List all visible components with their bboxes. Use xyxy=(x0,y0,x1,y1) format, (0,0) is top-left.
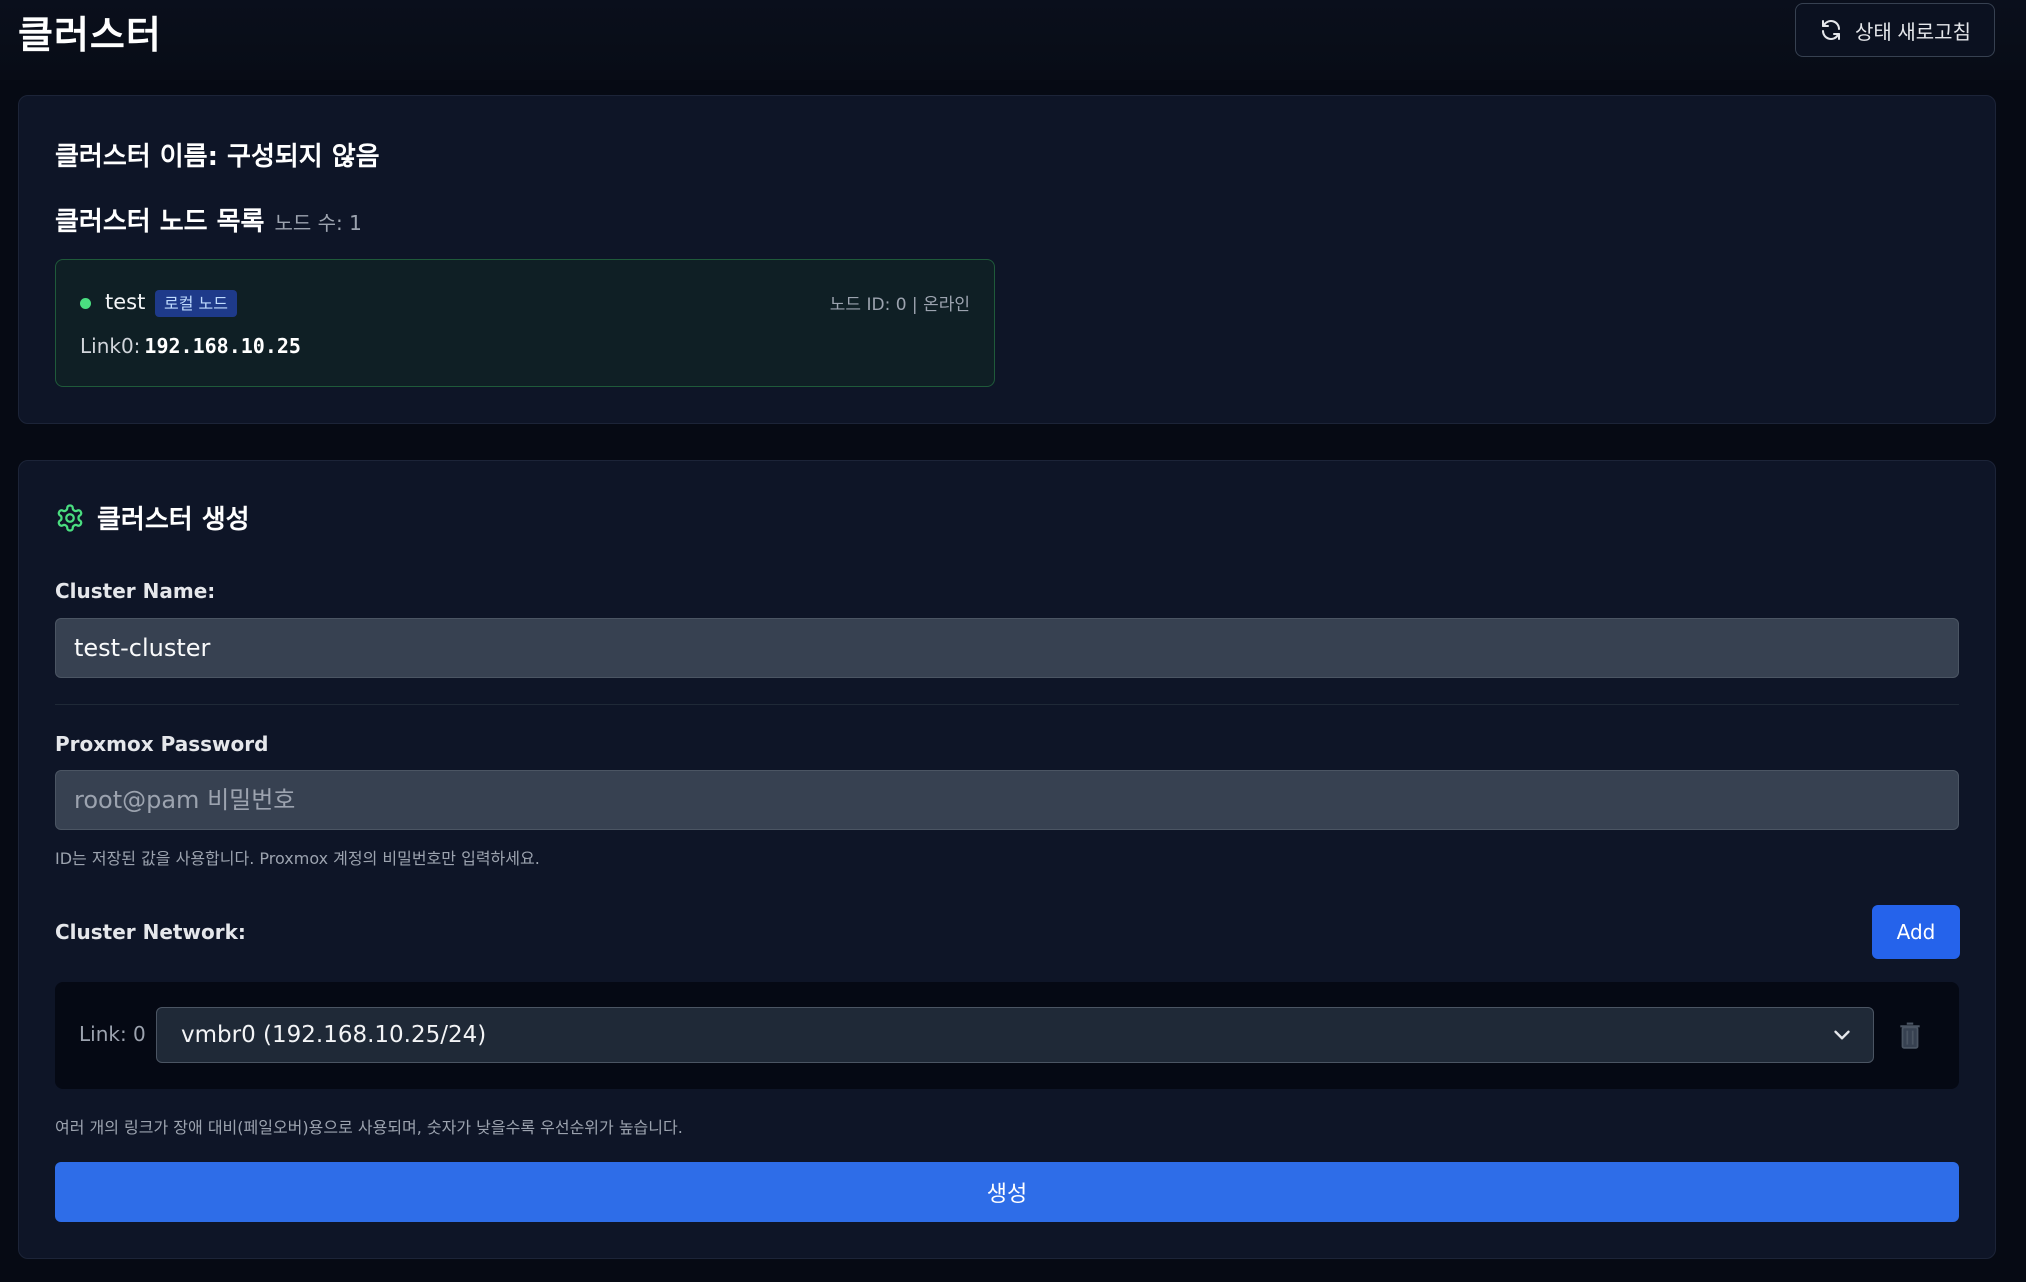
refresh-status-button[interactable]: 상태 새로고침 xyxy=(1795,3,1995,57)
chevron-down-icon xyxy=(1834,1030,1850,1040)
top-bar: 클러스터 상태 새로고침 xyxy=(0,0,2026,80)
create-cluster-card: 클러스터 생성 Cluster Name: Proxmox Password I… xyxy=(18,460,1996,1259)
create-cluster-button[interactable]: 생성 xyxy=(55,1162,1959,1222)
cluster-nodes-heading: 클러스터 노드 목록 노드 수: 1 xyxy=(55,201,362,238)
section-divider xyxy=(55,704,1959,705)
link-number-label: Link: 0 xyxy=(79,1022,146,1046)
create-cluster-title-text: 클러스터 생성 xyxy=(97,505,250,535)
network-interface-value: vmbr0 (192.168.10.25/24) xyxy=(181,1022,487,1048)
network-hint: 여러 개의 링크가 장애 대비(페일오버)용으로 사용되며, 숫자가 낮을수록 … xyxy=(55,1118,683,1137)
password-input[interactable] xyxy=(55,770,1959,830)
network-link-row: Link: 0 vmbr0 (192.168.10.25/24) xyxy=(55,982,1959,1089)
page-title: 클러스터 xyxy=(18,13,162,57)
refresh-icon xyxy=(1822,20,1841,40)
node-name: test xyxy=(105,290,146,314)
cluster-network-label: Cluster Network: xyxy=(55,920,246,944)
gear-icon xyxy=(57,503,83,532)
nodes-heading-label: 클러스터 노드 목록 xyxy=(55,207,265,237)
cluster-info-card: 클러스터 이름: 구성되지 않음 클러스터 노드 목록 노드 수: 1 test … xyxy=(18,95,1996,424)
create-cluster-title: 클러스터 생성 xyxy=(55,499,250,536)
password-label: Proxmox Password xyxy=(55,732,269,756)
cluster-name-heading: 클러스터 이름: 구성되지 않음 xyxy=(55,142,380,172)
node-count: 노드 수: 1 xyxy=(274,211,362,235)
cluster-name-input[interactable] xyxy=(55,618,1959,678)
network-interface-select[interactable]: vmbr0 (192.168.10.25/24) xyxy=(156,1007,1874,1063)
node-link-row: Link0: 192.168.10.25 xyxy=(80,334,301,358)
node-link-label: Link0: xyxy=(80,334,141,358)
trash-icon[interactable] xyxy=(1897,1022,1923,1050)
online-status-dot xyxy=(80,298,91,309)
node-card: test 로컬 노드 노드 ID: 0 | 온라인 Link0: 192.168.… xyxy=(55,259,995,387)
password-hint: ID는 저장된 값을 사용합니다. Proxmox 계정의 비밀번호만 입력하세… xyxy=(55,849,540,868)
node-link-ip: 192.168.10.25 xyxy=(144,334,301,358)
local-node-badge: 로컬 노드 xyxy=(155,290,237,317)
add-link-button[interactable]: Add xyxy=(1872,905,1960,959)
node-meta: 노드 ID: 0 | 온라인 xyxy=(829,295,970,315)
refresh-label: 상태 새로고침 xyxy=(1855,21,1971,44)
cluster-name-label: Cluster Name: xyxy=(55,579,216,603)
